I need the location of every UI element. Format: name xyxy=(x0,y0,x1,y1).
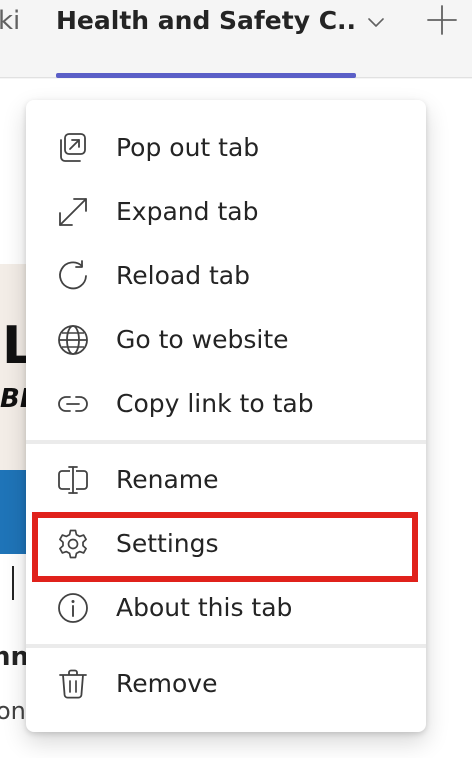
tab-active-label: Health and Safety C... xyxy=(56,6,356,35)
background-text: on xyxy=(0,697,26,725)
reload-icon xyxy=(56,259,90,293)
link-icon xyxy=(56,387,90,421)
menu-item-settings[interactable]: Settings xyxy=(26,512,426,576)
menu-item-label: Copy link to tab xyxy=(116,389,314,418)
tab-wiki[interactable]: ki xyxy=(0,4,20,38)
background-heading: nn xyxy=(0,642,30,672)
pop-out-icon xyxy=(56,131,90,165)
menu-item-label: Go to website xyxy=(116,325,289,354)
trash-icon xyxy=(56,667,90,701)
menu-item-label: Reload tab xyxy=(116,261,250,290)
rename-icon xyxy=(56,463,90,497)
tab-health-and-safety[interactable]: Health and Safety C... xyxy=(56,4,356,78)
chevron-down-icon[interactable] xyxy=(364,10,388,34)
menu-item-label: Remove xyxy=(116,669,218,698)
menu-separator xyxy=(26,644,426,648)
menu-item-copy-link-to-tab[interactable]: Copy link to tab xyxy=(26,372,426,436)
plus-icon[interactable] xyxy=(424,2,460,38)
menu-item-reload-tab[interactable]: Reload tab xyxy=(26,244,426,308)
menu-item-rename[interactable]: Rename xyxy=(26,448,426,512)
menu-item-label: About this tab xyxy=(116,593,293,622)
menu-item-expand-tab[interactable]: Expand tab xyxy=(26,180,426,244)
menu-item-pop-out-tab[interactable]: Pop out tab xyxy=(26,116,426,180)
menu-item-go-to-website[interactable]: Go to website xyxy=(26,308,426,372)
tab-bar: ki Health and Safety C... xyxy=(0,0,472,78)
menu-item-remove[interactable]: Remove xyxy=(26,652,426,716)
globe-icon xyxy=(56,323,90,357)
menu-item-label: Settings xyxy=(116,529,219,558)
menu-separator xyxy=(26,440,426,444)
active-tab-indicator xyxy=(56,73,356,78)
menu-item-label: Expand tab xyxy=(116,197,259,226)
info-icon xyxy=(56,591,90,625)
menu-item-about-this-tab[interactable]: About this tab xyxy=(26,576,426,640)
gear-icon xyxy=(56,527,90,561)
menu-item-label: Pop out tab xyxy=(116,133,260,162)
tab-options-menu: Pop out tab Expand tab Reload tab Go to … xyxy=(26,100,426,732)
expand-icon xyxy=(56,195,90,229)
menu-item-label: Rename xyxy=(116,465,219,494)
background-divider xyxy=(12,566,14,600)
